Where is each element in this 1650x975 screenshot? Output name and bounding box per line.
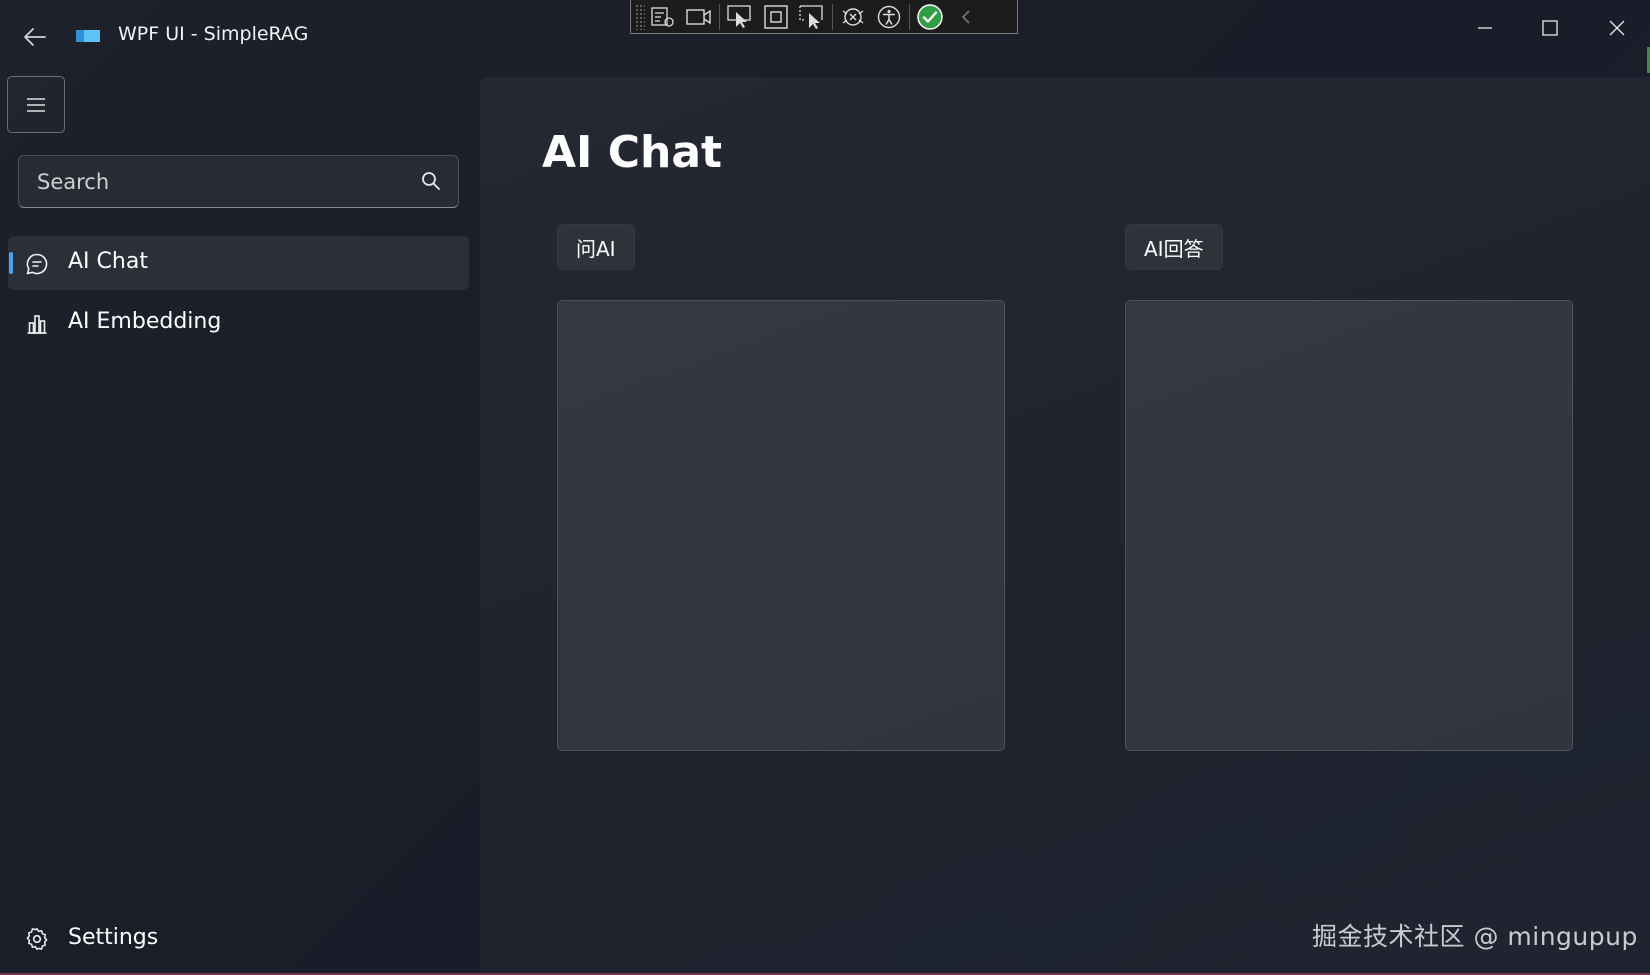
toolbar-separator [832,3,833,30]
record-button[interactable] [681,2,717,32]
settings-label: Settings [68,925,159,950]
close-button[interactable] [1587,8,1647,48]
live-visual-tree-button[interactable] [645,2,681,32]
track-focus-button[interactable] [794,2,830,32]
answer-textarea[interactable] [1125,300,1573,751]
search-input[interactable] [35,156,399,208]
gear-icon [26,928,48,950]
toolbar-separator [719,3,720,30]
collapse-toolbar-button[interactable] [948,2,984,32]
sidebar-item-label: AI Chat [68,249,148,274]
visual-tree-icon [651,6,674,27]
hamburger-icon [27,97,45,112]
maximize-button[interactable] [1520,8,1580,48]
back-button[interactable] [18,22,52,52]
sidebar-item-ai-embedding[interactable]: AI Embedding [8,296,469,350]
question-textarea[interactable] [557,300,1005,751]
accessibility-checker-button[interactable] [871,2,907,32]
track-focus-icon [799,4,823,29]
search-icon[interactable] [421,171,441,191]
app-window: WPF UI - SimpleRAG Search AI Chat AI Emb… [0,0,1650,975]
ask-ai-button[interactable]: 问AI [557,224,635,270]
ai-answer-button[interactable]: AI回答 [1125,224,1223,270]
accessibility-icon [877,5,901,28]
main-content: AI Chat 问AI AI回答 [480,77,1650,975]
display-layout-adorners-button[interactable] [758,2,794,32]
minimize-icon [1478,27,1492,29]
watermark: 掘金技术社区 @ mingupup [1312,922,1638,951]
binding-failures-button[interactable] [835,2,871,32]
checkmark-circle-icon [917,3,943,30]
window-title: WPF UI - SimpleRAG [118,23,309,45]
close-icon [1609,20,1625,36]
video-camera-icon [686,8,711,25]
sidebar-item-label: AI Embedding [68,309,222,334]
arrow-left-icon [24,28,46,46]
bar-chart-icon [27,315,47,334]
layout-adorner-icon [764,4,788,29]
binding-failure-icon [842,7,864,26]
sidebar-item-settings[interactable]: Settings [8,914,448,966]
minimize-button[interactable] [1455,8,1515,48]
app-logo-icon [76,30,100,42]
debug-toolbar [630,0,1018,34]
active-indicator [9,252,13,274]
toolbar-grip[interactable] [635,3,645,30]
maximize-icon [1542,20,1558,36]
hot-reload-status-button[interactable] [912,2,948,32]
toolbar-separator [909,3,910,30]
page-title: AI Chat [542,127,723,178]
menu-toggle-button[interactable] [7,76,65,133]
select-element-button[interactable] [722,2,758,32]
sidebar-item-ai-chat[interactable]: AI Chat [8,236,469,290]
chevron-left-icon [961,9,970,24]
chat-icon [26,253,48,275]
search-box [18,155,459,208]
select-pointer-icon [727,4,751,28]
